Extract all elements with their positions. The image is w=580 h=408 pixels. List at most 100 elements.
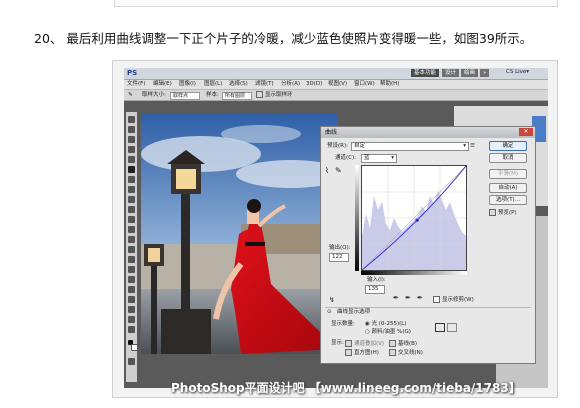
menu-layer[interactable]: 图层(L) [204, 80, 222, 89]
photoshop-window: PS 基本功能 设计 绘画 » CS Live▾ 文件(F) 编辑(E) 图像(… [124, 68, 548, 388]
channel-overlay-label: 通道叠加(V) [354, 341, 385, 347]
workspace-basic-button[interactable]: 基本功能 [411, 69, 440, 77]
simple-grid-icon[interactable] [435, 323, 445, 332]
menu-view[interactable]: 视图(V) [328, 80, 347, 89]
auto-button[interactable]: 自动(A) [489, 183, 527, 193]
input-label: 输入(I): [367, 277, 386, 283]
output-field[interactable]: 122 [329, 253, 349, 262]
brush-tool-icon[interactable] [128, 186, 135, 193]
menu-bar: 文件(F) 编辑(E) 图像(I) 图层(L) 选择(S) 滤镜(T) 分析(A… [124, 80, 548, 90]
menu-edit[interactable]: 编辑(E) [153, 80, 172, 89]
curves-graph[interactable] [361, 165, 467, 271]
sample-layers-select[interactable]: 所有图层 [222, 92, 252, 100]
menu-image[interactable]: 图像(I) [179, 80, 196, 89]
show-clipping-box [433, 296, 440, 303]
channel-overlay-box [345, 340, 352, 347]
histogram-checkbox[interactable]: 直方图(H) [345, 349, 379, 357]
cancel-button[interactable]: 取消 [489, 153, 527, 163]
input-value: 135 [368, 286, 379, 292]
3d-rotate-tool-icon[interactable] [128, 296, 135, 303]
baseline-checkbox[interactable]: 基线(B) [389, 340, 417, 348]
light-radio-label: 光 (0-255)(L) [371, 321, 407, 327]
channel-overlay-checkbox[interactable]: 通道叠加(V) [345, 340, 384, 348]
ok-button[interactable]: 确定 [489, 141, 527, 151]
output-gradient-bar [355, 165, 359, 271]
edit-points-curve-icon[interactable]: ⌇ [325, 167, 329, 175]
crop-tool-icon[interactable] [128, 156, 135, 163]
background-color-swatch[interactable] [131, 344, 138, 351]
preview-checkbox[interactable]: 预览(P) [489, 209, 517, 217]
preset-options-icon[interactable]: ☰ [470, 143, 475, 150]
light-radio[interactable]: ◉ 光 (0-255)(L) [365, 321, 406, 328]
quick-mask-icon[interactable] [128, 358, 135, 365]
type-tool-icon[interactable] [128, 266, 135, 273]
preset-select[interactable]: 自定 ▾ [351, 142, 469, 151]
black-eyedropper-icon[interactable]: ✒ [393, 295, 399, 302]
detailed-grid-icon[interactable] [447, 323, 457, 332]
menu-3d[interactable]: 3D(D) [306, 80, 322, 89]
cs-live-button[interactable]: CS Live▾ [506, 69, 529, 75]
quick-select-tool-icon[interactable] [128, 146, 135, 153]
intersection-checkbox[interactable]: 交叉线(N) [389, 349, 423, 357]
show-ring-checkbox[interactable]: 显示取样环 [256, 90, 293, 100]
previous-content-border [114, 0, 558, 7]
eyedropper-tool-icon-side[interactable] [128, 166, 135, 173]
workspace-paint-button[interactable]: 绘画 [461, 69, 479, 77]
path-select-tool-icon[interactable] [128, 276, 135, 283]
workspace-design-button[interactable]: 设计 [442, 69, 460, 77]
show-clipping-checkbox[interactable]: 显示修剪(W) [433, 296, 474, 304]
pigment-radio-label: 颜料/油墨 %(G) [371, 329, 411, 335]
channel-label: 通道(C): [335, 155, 356, 161]
pencil-icon[interactable]: ✎ [335, 167, 342, 175]
sample-layers-value: 所有图层 [225, 93, 246, 99]
channel-select[interactable]: 蓝 ▾ [361, 154, 397, 163]
healing-tool-icon[interactable] [128, 176, 135, 183]
menu-select[interactable]: 选择(S) [229, 80, 248, 89]
baseline-box [389, 340, 396, 347]
photo-canvas[interactable] [141, 114, 338, 354]
menu-filter[interactable]: 滤镜(T) [255, 80, 274, 89]
zoom-tool-icon[interactable] [128, 326, 135, 333]
white-eyedropper-icon[interactable]: ✒ [417, 295, 423, 302]
menu-file[interactable]: 文件(F) [127, 80, 145, 89]
stamp-tool-icon[interactable] [128, 196, 135, 203]
move-tool-icon[interactable] [128, 116, 135, 123]
options-bar: ✎ 取样大小: 取样点 样本: 所有图层 显示取样环 [124, 90, 548, 101]
shape-tool-icon[interactable] [128, 286, 135, 293]
watermark: PhotoShop平面设计吧 【www.lineeg.com/tieba/178… [171, 381, 521, 395]
sample-size-select[interactable]: 取样点 [170, 92, 200, 100]
history-brush-tool-icon[interactable] [128, 206, 135, 213]
curves-dialog-title: 曲线 [325, 129, 338, 136]
output-label: 输出(O): [329, 245, 351, 251]
eyedropper-tool-icon: ✎ [128, 92, 133, 98]
dodge-tool-icon[interactable] [128, 246, 135, 253]
lasso-tool-icon[interactable] [128, 136, 135, 143]
gradient-tool-icon[interactable] [128, 226, 135, 233]
menu-window[interactable]: 窗口(W) [354, 80, 375, 89]
show-ring-label: 显示取样环 [265, 92, 293, 98]
target-adjust-icon[interactable]: ↯ [329, 297, 335, 304]
input-field[interactable]: 135 [365, 285, 385, 294]
workspace-more-button[interactable]: » [480, 69, 490, 77]
close-icon[interactable]: ✕ [519, 128, 533, 136]
intersection-label: 交叉线(N) [398, 350, 423, 356]
pigment-radio[interactable]: ○ 颜料/油墨 %(G) [365, 329, 411, 336]
options-button[interactable]: 选项(T)... [489, 195, 527, 205]
blur-tool-icon[interactable] [128, 236, 135, 243]
smooth-button[interactable]: 平滑(M) [489, 169, 527, 179]
curves-dialog: 曲线 ✕ 预设(R): 自定 ▾ ☰ 通道(C): 蓝 ▾ ⌇ ✎ 输出(O):… [320, 126, 536, 364]
3d-camera-tool-icon[interactable] [128, 306, 135, 313]
preview-label: 预览(P) [498, 210, 517, 216]
eraser-tool-icon[interactable] [128, 216, 135, 223]
sample-layers-label: 样本: [206, 92, 219, 98]
pen-tool-icon[interactable] [128, 256, 135, 263]
expand-icon[interactable]: ⊙ [327, 309, 332, 316]
gray-eyedropper-icon[interactable]: ✒ [405, 295, 411, 302]
hand-tool-icon[interactable] [128, 316, 135, 323]
histogram-box [345, 349, 352, 356]
menu-help[interactable]: 帮助(H) [380, 80, 399, 89]
marquee-tool-icon[interactable] [128, 126, 135, 133]
menu-analysis[interactable]: 分析(A) [281, 80, 300, 89]
show-label: 显示: [331, 340, 344, 346]
input-gradient-bar [361, 271, 467, 275]
